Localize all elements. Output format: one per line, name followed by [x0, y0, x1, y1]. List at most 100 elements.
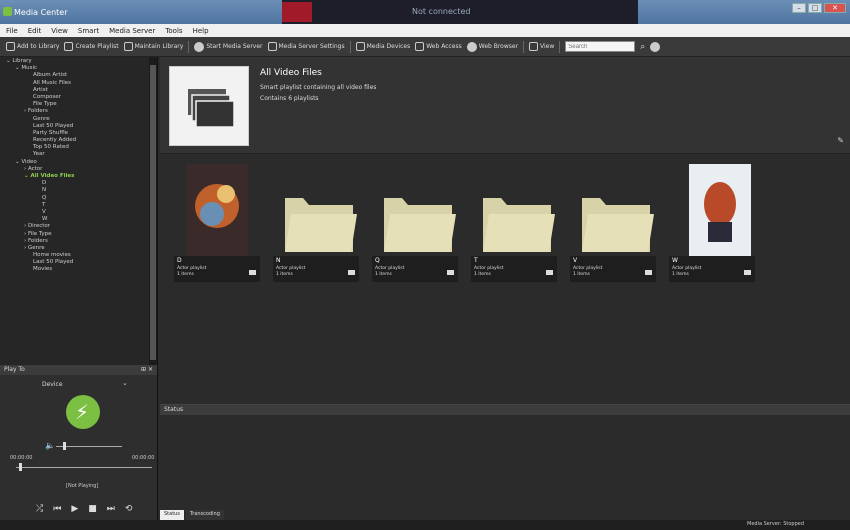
people-icon [415, 42, 425, 51]
tile-caption: V Actor playlist 1 items [570, 256, 656, 282]
tree-item[interactable]: Composer [0, 94, 157, 101]
playback-status: [Not Playing] [66, 483, 99, 489]
next-icon[interactable]: ⏭ [107, 504, 115, 514]
tile-title: W [672, 257, 678, 264]
tree-item[interactable]: Album Artist [0, 72, 157, 79]
clear-search-icon[interactable] [650, 41, 661, 52]
monitor-icon [355, 42, 365, 51]
tile-type: Actor playlist [573, 266, 603, 271]
tree-item[interactable]: ⌄ Music [0, 65, 157, 72]
maximize-button[interactable]: □ [808, 3, 822, 13]
folder-small-icon [645, 270, 652, 275]
panel-controls[interactable]: ⊞ ✕ [141, 365, 153, 375]
library-tree: ⌄ Library ⌄ Music Album Artist All Music Fi… [0, 57, 158, 365]
seek-slider[interactable] [16, 467, 152, 468]
tile-type: Actor playlist [177, 266, 207, 271]
previous-icon[interactable]: ⏮ [53, 504, 61, 514]
tree-item[interactable]: Q [0, 195, 157, 202]
tree-item[interactable]: D [0, 180, 157, 187]
menu-tools[interactable]: Tools [165, 27, 182, 35]
tree-item[interactable]: W [0, 216, 157, 223]
tab-status[interactable]: Status [160, 510, 184, 520]
tree-item[interactable]: Last 50 Played [0, 259, 157, 266]
media-strip: Not connected [282, 0, 638, 24]
folder-small-icon [447, 270, 454, 275]
tree-item[interactable]: Last 50 Played [0, 123, 157, 130]
tree-item[interactable]: V [0, 209, 157, 216]
library-icon [123, 42, 133, 51]
playlist-title: All Video Files [260, 68, 322, 78]
web-access-button[interactable]: Web Access [415, 42, 462, 51]
shuffle-icon[interactable]: ⤮ [36, 504, 43, 514]
menu-file[interactable]: File [6, 27, 18, 35]
grid-icon [529, 42, 539, 51]
playlist-thumbnail [169, 66, 249, 146]
tree-item[interactable]: Year [0, 151, 157, 158]
volume-slider[interactable] [56, 446, 122, 447]
seek-thumb[interactable] [18, 463, 22, 471]
tile-type: Actor playlist [672, 266, 702, 271]
volume-icon[interactable]: 🔈 [45, 441, 55, 450]
menu-view[interactable]: View [51, 27, 68, 35]
tile-type: Actor playlist [375, 266, 405, 271]
tree-item[interactable]: › File Type [0, 231, 157, 238]
repeat-icon[interactable]: ⟲ [125, 504, 133, 514]
media-devices-button[interactable]: Media Devices [355, 42, 410, 51]
tree-item[interactable]: Movies [0, 266, 157, 273]
web-browser-button[interactable]: Web Browser [466, 41, 518, 52]
play-icon[interactable]: ▶ [71, 504, 78, 514]
tree-item[interactable]: Genre [0, 116, 157, 123]
menu-edit[interactable]: Edit [28, 27, 42, 35]
tree-item[interactable]: File Type [0, 101, 157, 108]
maintain-library-button[interactable]: Maintain Library [123, 42, 183, 51]
tile-type: Actor playlist [474, 266, 504, 271]
start-media-server-button[interactable]: Start Media Server [194, 41, 263, 52]
server-status: Media Server: Stopped [747, 521, 804, 527]
edit-icon[interactable]: ✎ [837, 136, 844, 145]
tree-item[interactable]: N [0, 187, 157, 194]
scrollbar-thumb[interactable] [150, 65, 156, 360]
tree-item[interactable]: › Folders [0, 238, 157, 245]
tile-title: V [573, 257, 578, 264]
status-header: Status [160, 405, 850, 415]
chevron-down-icon[interactable]: ⌄ [122, 379, 128, 387]
tree-item[interactable]: › Director [0, 223, 157, 230]
create-playlist-button[interactable]: Create Playlist [64, 42, 119, 51]
tab-transcoding[interactable]: Transcoding [185, 510, 224, 520]
tree-item[interactable]: T [0, 202, 157, 209]
tree-item[interactable]: All Music Files [0, 80, 157, 87]
minimize-button[interactable]: – [792, 3, 806, 13]
menu-help[interactable]: Help [193, 27, 209, 35]
add-to-library-button[interactable]: Add to Library [6, 42, 59, 51]
tree-item[interactable]: ⌄ Video [0, 159, 157, 166]
stop-icon[interactable]: ■ [88, 504, 97, 514]
tree-scrollbar[interactable] [149, 57, 157, 365]
poster-image [669, 164, 755, 256]
media-server-settings-button[interactable]: Media Server Settings [267, 42, 345, 51]
tree-item[interactable]: ⌄ Library [0, 58, 157, 65]
tree-list: ⌄ Library ⌄ Music Album Artist All Music Fi… [0, 57, 157, 274]
tree-item[interactable]: Party Shuffle [0, 130, 157, 137]
play-to-header: Play To ⊞ ✕ [0, 365, 157, 375]
search-input[interactable] [565, 41, 636, 52]
menu-smart[interactable]: Smart [78, 27, 99, 35]
tree-item[interactable]: Home movies [0, 252, 157, 259]
close-button[interactable]: ✕ [824, 3, 846, 13]
playlist-header: All Video Files Smart playlist containin… [160, 57, 850, 154]
device-select[interactable]: Device [42, 381, 63, 388]
settings-icon [267, 42, 277, 51]
title-bar: Media Center Not connected – □ ✕ [0, 0, 850, 24]
poster-image [174, 164, 260, 256]
tree-item[interactable]: ⌄ All Video Files [0, 173, 157, 180]
menu-media-server[interactable]: Media Server [109, 27, 155, 35]
status-panel: Status [160, 404, 850, 510]
volume-thumb[interactable] [62, 442, 66, 450]
view-button[interactable]: View [529, 42, 554, 51]
tree-item[interactable]: Top 50 Rated [0, 144, 157, 151]
search-icon[interactable]: ⌕ [640, 42, 645, 52]
tree-item[interactable]: › Genre [0, 245, 157, 252]
tree-item[interactable]: › Folders [0, 108, 157, 115]
tree-item[interactable]: › Actor [0, 166, 157, 173]
tree-item[interactable]: Artist [0, 87, 157, 94]
tree-item[interactable]: Recently Added [0, 137, 157, 144]
